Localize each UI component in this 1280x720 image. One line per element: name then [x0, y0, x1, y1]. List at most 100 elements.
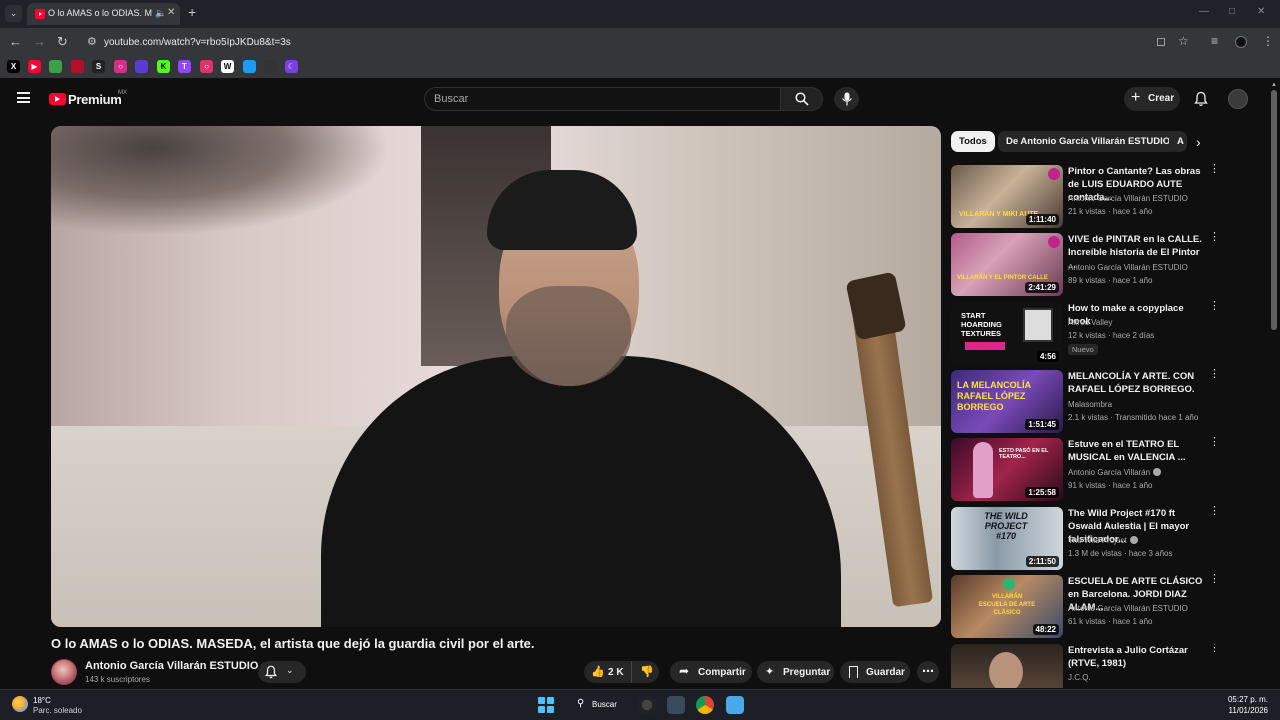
kebab-menu-icon[interactable]: ⋮ [1209, 232, 1220, 243]
dislike-button[interactable]: 👎 [634, 661, 659, 683]
forward-icon[interactable]: → [33, 34, 46, 50]
account-avatar[interactable] [1228, 89, 1248, 109]
blue-bookmark-icon[interactable] [243, 60, 256, 73]
recommendation-item[interactable]: LA MELANCOLÍA RAFAEL LÓPEZ BORREGO 1:51:… [951, 369, 1231, 434]
channel-avatar[interactable] [51, 659, 77, 685]
youtube-logo-icon[interactable] [49, 93, 66, 105]
video-thumbnail[interactable]: THE WILD PROJECT #170 2:11:50 [951, 507, 1063, 570]
chip-channel[interactable]: De Antonio García Villarán ESTUDIO [998, 131, 1179, 152]
video-thumbnail[interactable] [951, 644, 1063, 688]
weather-description[interactable]: Parc. soleado [33, 706, 82, 715]
reading-list-icon[interactable]: ≡ [1211, 34, 1218, 48]
shopify-bookmark-icon[interactable] [49, 60, 62, 73]
more-actions-button[interactable]: ⋯ [917, 661, 939, 683]
recommendation-channel[interactable]: Antonio García Villarán ESTUDIO [1068, 263, 1188, 272]
close-tab-icon[interactable]: ✕ [167, 7, 175, 18]
youtube-bookmark-icon[interactable]: ▶ [28, 60, 41, 73]
reload-icon[interactable]: ↻ [57, 34, 68, 50]
pink-bookmark-icon[interactable]: ○ [200, 60, 213, 73]
recommendation-title[interactable]: MELANCOLÍA Y ARTE. CON RAFAEL LÓPEZ BORR… [1068, 370, 1206, 396]
video-thumbnail[interactable]: START HOARDING TEXTURES 4:56 [951, 302, 1063, 365]
chip-todos[interactable]: Todos [951, 131, 995, 152]
chip-more[interactable]: A [1169, 131, 1187, 152]
crescent-bookmark-icon[interactable]: ☾ [285, 60, 298, 73]
recommendation-channel[interactable]: Antonio García Villarán ESTUDIO [1068, 604, 1188, 613]
notifications-bell-icon[interactable] [1193, 91, 1209, 107]
kebab-menu-icon[interactable]: ⋮ [1209, 506, 1220, 517]
settings-gear-icon[interactable] [667, 696, 685, 714]
subscription-bell-button[interactable]: ⌄ [258, 661, 306, 683]
minimize-icon[interactable]: — [1199, 6, 1209, 17]
taskbar-app-icon[interactable] [638, 696, 656, 714]
omnibox[interactable]: ⚙ youtube.com/watch?v=rbo5IpJKDu8&t=3s [79, 31, 1199, 53]
logo-text[interactable]: Premium [68, 92, 122, 107]
recommendation-item[interactable]: VILLARÁN Y EL PINTOR CALLE 2:41:29 VIVE … [951, 232, 1231, 297]
recommendation-item[interactable]: ESTO PASÓ EN EL TEATRO... 1:25:58 Estuve… [951, 437, 1231, 502]
tab-search-icon[interactable]: ⌄ [5, 5, 22, 22]
voice-search-button[interactable] [834, 87, 859, 111]
url-text[interactable]: youtube.com/watch?v=rbo5IpJKDu8&t=3s [104, 37, 291, 48]
chevron-right-icon[interactable]: › [1196, 134, 1201, 150]
create-button[interactable]: + Crear [1124, 87, 1180, 111]
profile-icon[interactable] [1235, 36, 1247, 48]
weather-icon[interactable] [12, 696, 28, 712]
channel-name[interactable]: Antonio García Villarán ESTUDIO [85, 660, 258, 672]
recommendation-channel[interactable]: J.C.Q. [1068, 673, 1091, 682]
bookmark-star-icon[interactable]: ☆ [1178, 34, 1189, 48]
scroll-up-icon[interactable]: ▲ [1271, 82, 1277, 88]
video-thumbnail[interactable]: VILLARÁN Y EL PINTOR CALLE 2:41:29 [951, 233, 1063, 296]
video-thumbnail[interactable]: LA MELANCOLÍA RAFAEL LÓPEZ BORREGO 1:51:… [951, 370, 1063, 433]
kebab-menu-icon[interactable]: ⋮ [1209, 437, 1220, 448]
recommendation-title[interactable]: Estuve en el TEATRO EL MUSICAL en VALENC… [1068, 438, 1206, 464]
video-player[interactable] [51, 126, 941, 627]
video-thumbnail[interactable]: VILLARÁN ESCUELA DE ARTE CLÁSICO 48:22 [951, 575, 1063, 638]
page-scrollbar[interactable] [1271, 90, 1277, 330]
recommendation-item[interactable]: THE WILD PROJECT #170 2:11:50 The Wild P… [951, 506, 1231, 571]
close-window-icon[interactable]: ✕ [1257, 6, 1265, 17]
search-button[interactable] [781, 87, 823, 111]
kebab-menu-icon[interactable]: ⋮ [1209, 574, 1220, 585]
ask-button[interactable]: ✦ Preguntar [757, 661, 834, 683]
red-bookmark-icon[interactable] [71, 60, 84, 73]
video-thumbnail[interactable]: VILLARÁN Y MIKI AUTE 1:11:40 [951, 165, 1063, 228]
back-icon[interactable]: ← [9, 34, 22, 50]
kebab-menu-icon[interactable]: ⋮ [1209, 644, 1220, 654]
browser-menu-icon[interactable]: ⋮ [1262, 34, 1274, 48]
weather-temperature[interactable]: 18°C [33, 696, 51, 705]
recommendation-channel[interactable]: Antonio García Villarán ESTUDIO [1068, 194, 1188, 203]
search-box[interactable] [424, 87, 781, 111]
kebab-menu-icon[interactable]: ⋮ [1209, 301, 1220, 312]
x-bookmark-icon[interactable]: X [7, 60, 20, 73]
windows-start-icon[interactable] [538, 697, 554, 713]
browser-tab[interactable]: O lo AMAS o lo ODIAS. MA 🔈 ✕ [27, 3, 180, 25]
like-button[interactable]: 👍 2 K [584, 661, 632, 683]
search-input[interactable] [434, 92, 764, 106]
gray-bookmark-icon[interactable] [264, 60, 277, 73]
video-thumbnail[interactable]: ESTO PASÓ EN EL TEATRO... 1:25:58 [951, 438, 1063, 501]
s-bookmark-icon[interactable]: S [92, 60, 105, 73]
w-bookmark-icon[interactable]: W [221, 60, 234, 73]
kick-bookmark-icon[interactable]: K [157, 60, 170, 73]
chrome-icon[interactable] [696, 696, 714, 714]
recommendation-channel[interactable]: The Wild Project [1068, 536, 1138, 545]
share-button[interactable]: ➦ Compartir [670, 661, 752, 683]
recommendation-channel[interactable]: Antonio García Villarán [1068, 468, 1162, 477]
notepad-icon[interactable] [726, 696, 744, 714]
install-app-icon[interactable]: ◻ [1156, 34, 1166, 48]
kebab-menu-icon[interactable]: ⋮ [1209, 164, 1220, 175]
new-tab-icon[interactable]: + [188, 5, 196, 19]
recommendation-item[interactable]: START HOARDING TEXTURES 4:56 How to make… [951, 301, 1231, 366]
site-info-icon[interactable]: ⚙ [87, 35, 97, 48]
menu-icon[interactable] [17, 92, 30, 103]
maximize-icon[interactable]: □ [1229, 6, 1235, 17]
twitch-bookmark-icon[interactable]: T [178, 60, 191, 73]
taskbar-date[interactable]: 11/01/2026 [1222, 706, 1268, 715]
recommendation-channel[interactable]: Malasombra [1068, 400, 1112, 409]
recommendation-item[interactable]: VILLARÁN ESCUELA DE ARTE CLÁSICO 48:22 E… [951, 574, 1231, 639]
taskbar-time[interactable]: 05:27 p. m. [1222, 695, 1268, 704]
save-button[interactable]: Guardar [840, 661, 910, 683]
kebab-menu-icon[interactable]: ⋮ [1209, 369, 1220, 380]
speaker-icon[interactable]: 🔈 [155, 8, 166, 19]
recommendation-channel[interactable]: Alfred Valley [1068, 318, 1112, 327]
recommendation-item[interactable]: VILLARÁN Y MIKI AUTE 1:11:40 Pintor o Ca… [951, 164, 1231, 229]
